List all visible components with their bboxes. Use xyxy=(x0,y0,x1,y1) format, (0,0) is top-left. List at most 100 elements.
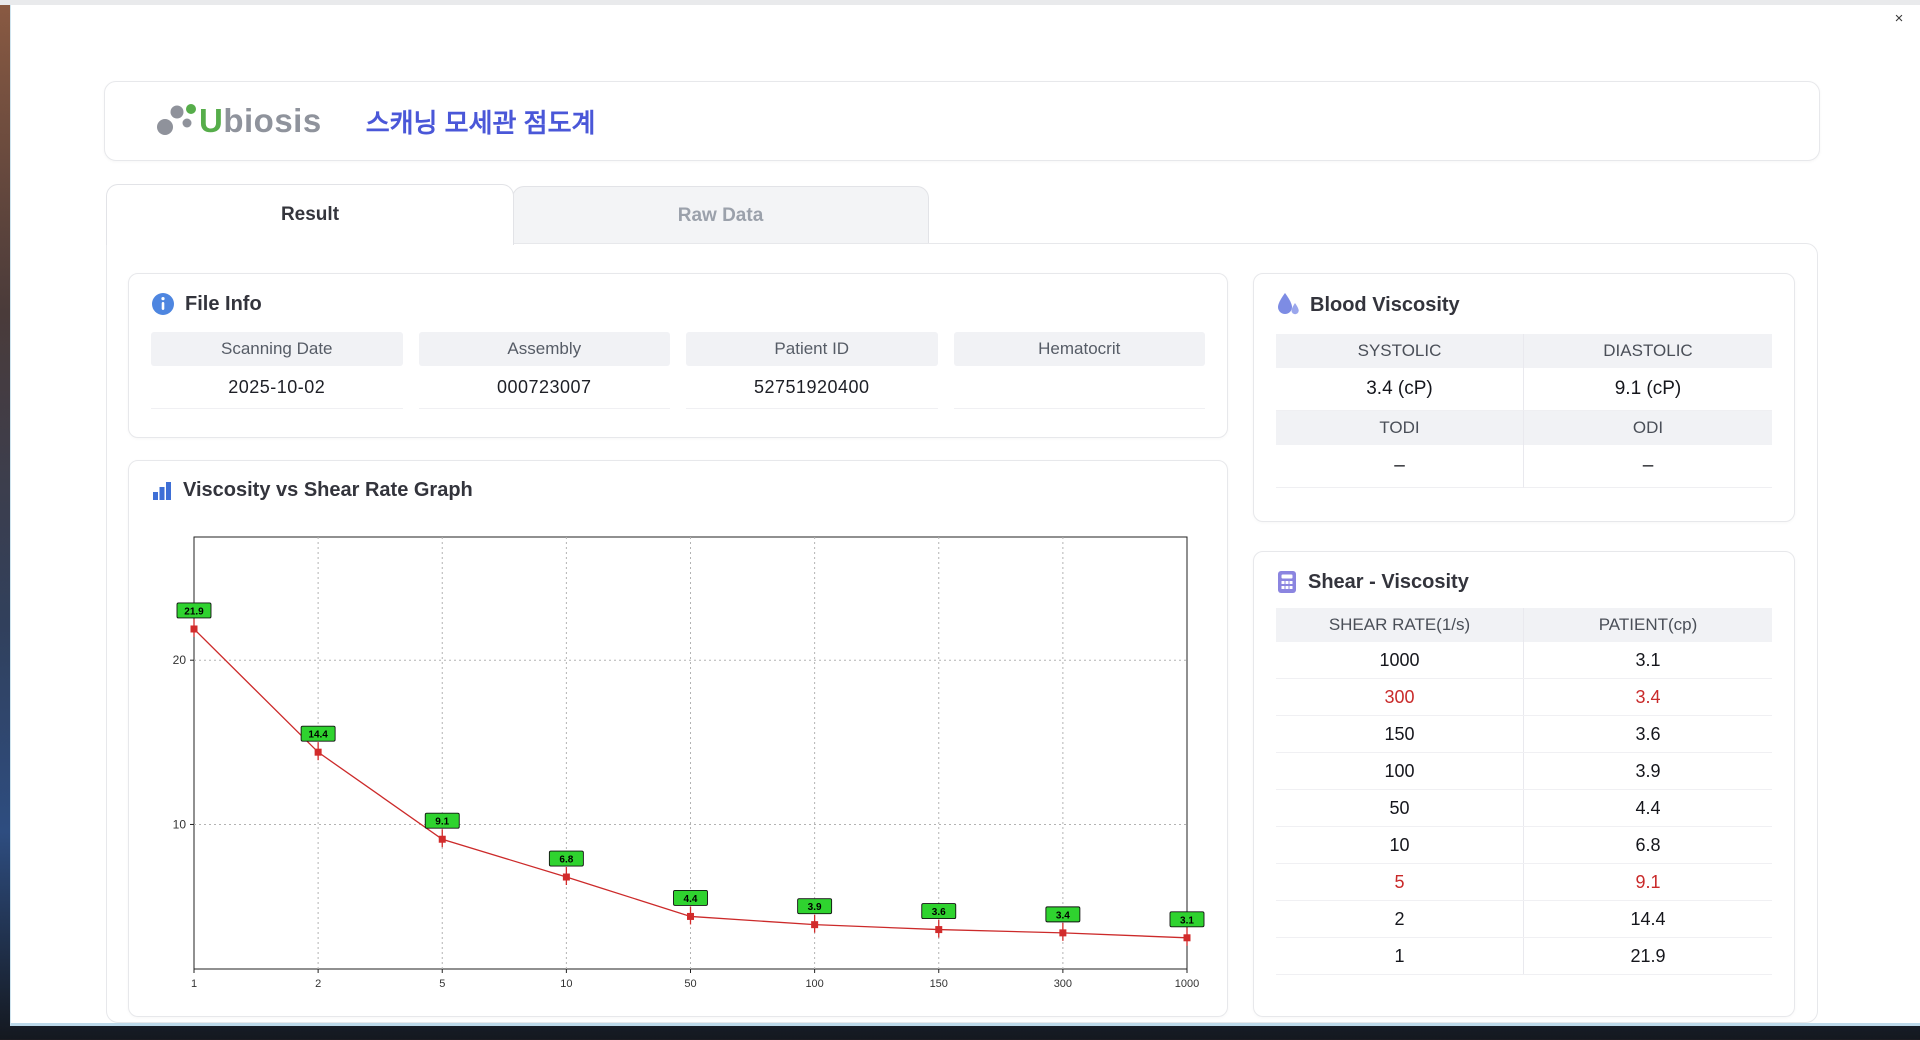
blood-viscosity-table: SYSTOLIC DIASTOLIC 3.4 (cP) 9.1 (cP) TOD… xyxy=(1276,334,1772,488)
field-label: Hematocrit xyxy=(953,332,1205,366)
field-value: 000723007 xyxy=(418,366,670,409)
field-label: Patient ID xyxy=(686,332,938,366)
table-row: 2 14.4 xyxy=(1276,901,1772,938)
logo-text-rest: biosis xyxy=(223,102,322,139)
shear-rate-value: 150 xyxy=(1276,716,1524,752)
shear-viscosity-table: SHEAR RATE(1/s) PATIENT(cp) 1000 3.1 300… xyxy=(1276,608,1772,975)
field-value xyxy=(953,366,1205,409)
graph-title: Viscosity vs Shear Rate Graph xyxy=(183,479,473,501)
file-info-fields: Scanning Date 2025-10-02 Assembly 000723… xyxy=(151,332,1205,409)
shear-rate-value: 1000 xyxy=(1276,642,1524,678)
tab-result[interactable]: Result xyxy=(106,184,514,245)
field-label: Assembly xyxy=(418,332,670,366)
logo-leaf-icon xyxy=(157,104,196,135)
shear-rate-value: 1 xyxy=(1276,938,1524,974)
shear-rate-value: 100 xyxy=(1276,753,1524,789)
todi-value: – xyxy=(1276,445,1524,488)
chart-area: 10 20 1 2 5 10 50 100 150 300 1000 21.9 14.4 9.1 6.8 4.… xyxy=(159,531,1209,1001)
table-row: 10 6.8 xyxy=(1276,827,1772,864)
svg-text:150: 150 xyxy=(930,978,948,990)
patient-column-header: PATIENT(cp) xyxy=(1598,615,1698,634)
app-window: × Ubiosis 스캐닝 모세관 점도계 Result Raw Data Fi… xyxy=(10,5,1920,1026)
field-scanning-date: Scanning Date 2025-10-02 xyxy=(151,332,403,409)
shear-viscosity-card: Shear - Viscosity SHEAR RATE(1/s) PATIEN… xyxy=(1253,551,1795,1017)
main-panel: File Info Scanning Date 2025-10-02 Assem… xyxy=(106,243,1818,1023)
patient-value: 9.1 xyxy=(1635,871,1661,892)
bar-chart-icon xyxy=(151,480,173,502)
shear-rate-value: 5 xyxy=(1276,864,1524,900)
table-row: 50 4.4 xyxy=(1276,790,1772,827)
tab-raw-data[interactable]: Raw Data xyxy=(512,186,929,244)
svg-text:3.1: 3.1 xyxy=(1180,915,1194,926)
page-title: 스캐닝 모세관 점도계 xyxy=(365,107,596,138)
file-info-card: File Info Scanning Date 2025-10-02 Assem… xyxy=(128,273,1228,438)
close-icon[interactable]: × xyxy=(1889,9,1909,29)
droplets-icon xyxy=(1276,292,1300,318)
graph-title-row: Viscosity vs Shear Rate Graph xyxy=(151,479,1227,502)
systolic-value: 3.4 (cP) xyxy=(1276,368,1524,411)
svg-text:9.1: 9.1 xyxy=(435,817,449,828)
shear-rate-value: 50 xyxy=(1276,790,1524,826)
table-row: 1 21.9 xyxy=(1276,938,1772,975)
table-row: 100 3.9 xyxy=(1276,753,1772,790)
file-info-title-row: File Info xyxy=(151,292,1227,316)
svg-text:2: 2 xyxy=(315,978,321,990)
patient-value: 3.1 xyxy=(1635,649,1661,670)
ubiosis-logo: Ubiosis xyxy=(153,99,322,143)
svg-text:14.4: 14.4 xyxy=(308,730,328,741)
shear-viscosity-title-row: Shear - Viscosity xyxy=(1276,570,1794,594)
svg-text:3.6: 3.6 xyxy=(932,907,946,918)
shear-rate-value: 2 xyxy=(1276,901,1524,937)
odi-value: – xyxy=(1524,445,1772,488)
field-patient-id: Patient ID 52751920400 xyxy=(686,332,938,409)
logo-text: Ubiosis xyxy=(199,102,322,140)
field-value: 2025-10-02 xyxy=(151,366,403,409)
logo-text-u: U xyxy=(199,102,224,139)
blood-viscosity-title-row: Blood Viscosity xyxy=(1276,292,1794,318)
diastolic-value: 9.1 (cP) xyxy=(1524,368,1772,411)
svg-text:1: 1 xyxy=(191,978,197,990)
table-icon xyxy=(1276,570,1298,594)
shear-rate-value: 300 xyxy=(1276,679,1524,715)
info-icon xyxy=(151,292,175,316)
svg-text:1000: 1000 xyxy=(1175,978,1199,990)
svg-text:20: 20 xyxy=(173,653,187,667)
svg-text:10: 10 xyxy=(173,817,187,831)
patient-value: 6.8 xyxy=(1635,834,1661,855)
blood-viscosity-title: Blood Viscosity xyxy=(1310,293,1460,316)
patient-value: 3.9 xyxy=(1635,760,1661,781)
blood-viscosity-card: Blood Viscosity SYSTOLIC DIASTOLIC 3.4 (… xyxy=(1253,273,1795,522)
svg-text:4.4: 4.4 xyxy=(684,894,698,905)
patient-value: 3.4 xyxy=(1635,686,1661,707)
todi-header: TODI xyxy=(1276,411,1524,445)
field-label: Scanning Date xyxy=(151,332,403,366)
shear-viscosity-title: Shear - Viscosity xyxy=(1308,570,1469,593)
svg-text:50: 50 xyxy=(684,978,696,990)
svg-text:100: 100 xyxy=(805,978,823,990)
graph-card: Viscosity vs Shear Rate Graph 10 20 1 2 5 10 5… xyxy=(128,460,1228,1017)
svg-text:6.8: 6.8 xyxy=(559,855,573,866)
patient-value: 21.9 xyxy=(1630,945,1666,966)
table-row: 150 3.6 xyxy=(1276,716,1772,753)
svg-text:21.9: 21.9 xyxy=(184,606,204,617)
patient-value: 14.4 xyxy=(1630,908,1666,929)
shear-table-header: SHEAR RATE(1/s) PATIENT(cp) xyxy=(1276,608,1772,642)
table-row: 5 9.1 xyxy=(1276,864,1772,901)
svg-text:3.9: 3.9 xyxy=(808,902,822,913)
file-info-title: File Info xyxy=(185,292,262,315)
svg-text:3.4: 3.4 xyxy=(1056,910,1070,921)
svg-text:5: 5 xyxy=(439,978,445,990)
patient-value: 3.6 xyxy=(1635,723,1661,744)
table-row: 1000 3.1 xyxy=(1276,642,1772,679)
field-value: 52751920400 xyxy=(686,366,938,409)
viscosity-chart: 10 20 1 2 5 10 50 100 150 300 1000 21.9 14.4 9.1 6.8 4.… xyxy=(173,536,1205,990)
systolic-header: SYSTOLIC xyxy=(1276,334,1524,368)
shear-rate-column-header: SHEAR RATE(1/s) xyxy=(1276,608,1524,642)
diastolic-header: DIASTOLIC xyxy=(1524,334,1772,368)
patient-value: 4.4 xyxy=(1635,797,1661,818)
shear-rate-value: 10 xyxy=(1276,827,1524,863)
odi-header: ODI xyxy=(1524,411,1772,445)
svg-text:10: 10 xyxy=(560,978,572,990)
svg-text:300: 300 xyxy=(1054,978,1072,990)
field-hematocrit: Hematocrit xyxy=(953,332,1205,409)
